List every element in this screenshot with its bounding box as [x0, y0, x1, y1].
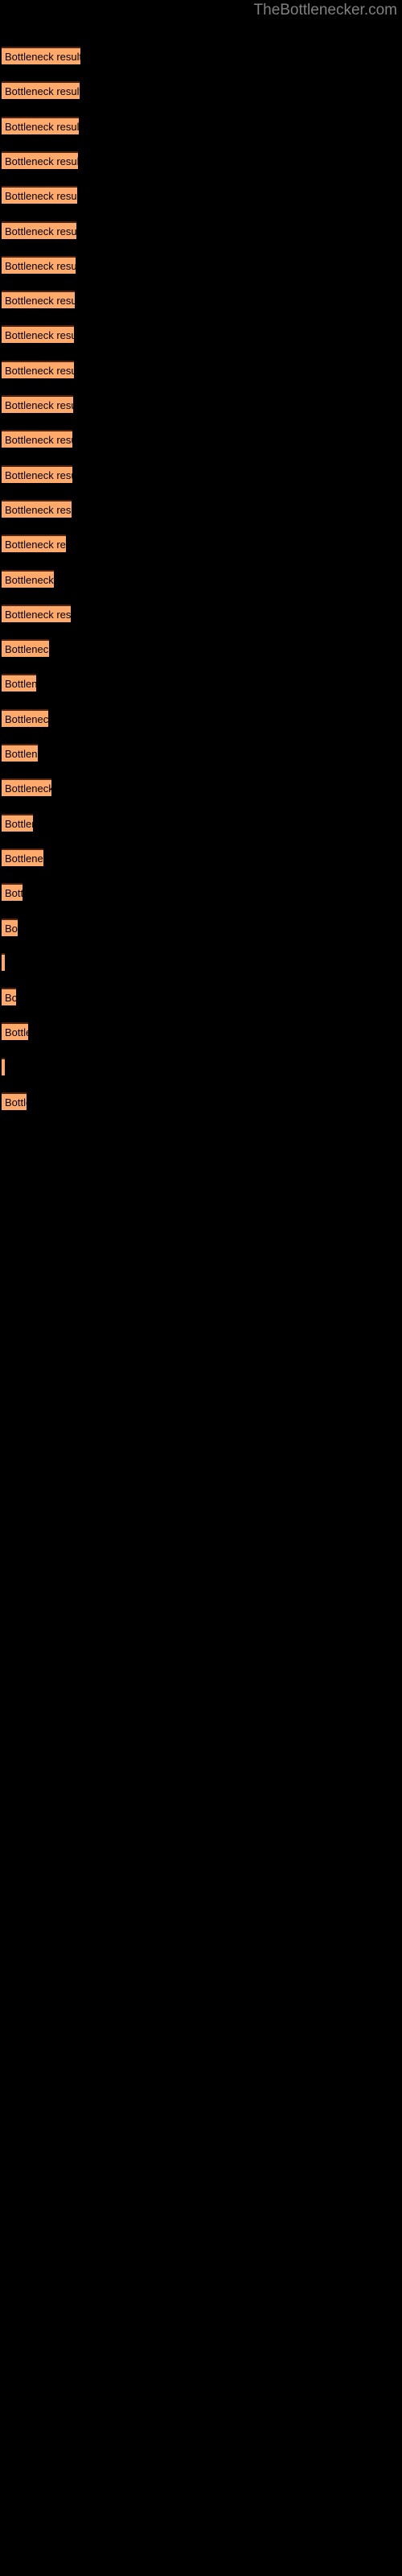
bar-1[interactable]: Bottleneck result [2, 47, 80, 64]
bar-label: Bottleneck result [5, 992, 16, 1005]
bar-label: Bottleneck result [5, 469, 72, 481]
bar-10[interactable]: Bottleneck result [2, 360, 74, 378]
bar-row: Bottleneck result [2, 81, 80, 100]
bar-18[interactable]: Bottleneck result [2, 639, 49, 658]
bar-label: Bottleneck result [5, 190, 77, 203]
bar-row: Bottleneck result [2, 151, 78, 169]
bar-5[interactable]: Bottleneck result [2, 186, 77, 204]
bar-row: Bottleneck result [2, 116, 79, 134]
bottleneck-bar-chart: Bottleneck result Bottleneck result Bottle… [0, 0, 402, 2576]
bar-24[interactable]: Bottleneck result [2, 848, 43, 866]
page-root: TheBottlenecker.com Bottleneck result Bot… [0, 0, 402, 2576]
bar-row: Bottleneck result [2, 604, 71, 622]
bar-27[interactable]: Bottleneck result [2, 952, 5, 971]
bar-9[interactable]: Bottleneck result [2, 325, 74, 344]
bar-row: Bottleneck result [2, 430, 72, 448]
bar-label: Bottleneck result [5, 573, 54, 586]
bar-6[interactable]: Bottleneck result [2, 221, 76, 239]
bar-row: Bottleneck result [2, 813, 33, 832]
bar-label: Bottleneck result [5, 922, 18, 935]
bar-20[interactable]: Bottleneck result [2, 708, 48, 727]
bar-label: Bottleneck result [5, 817, 33, 830]
bar-row: Bottleneck result [2, 464, 72, 483]
bar-row: Bottleneck result [2, 325, 74, 344]
bar-label: Bottleneck result [5, 329, 74, 342]
bar-4[interactable]: Bottleneck result [2, 151, 78, 169]
bar-row: Bottleneck result [2, 918, 18, 936]
bar-label: Bottleneck result [5, 434, 72, 447]
bar-row: Bottleneck result [2, 569, 54, 588]
bar-row: Bottleneck result [2, 848, 43, 866]
bar-21[interactable]: Bottleneck result [2, 744, 38, 762]
bar-row: Bottleneck result [2, 952, 5, 971]
bar-label: Bottleneck result [5, 887, 23, 900]
bar-11[interactable]: Bottleneck result [2, 395, 73, 413]
bar-row: Bottleneck result [2, 708, 48, 727]
bar-row: Bottleneck result [2, 360, 74, 378]
bar-row: Bottleneck result [2, 1057, 5, 1075]
bar-row: Bottleneck result [2, 291, 75, 309]
bar-26[interactable]: Bottleneck result [2, 918, 18, 936]
bar-label: Bottleneck result [5, 678, 36, 691]
bar-row: Bottleneck result [2, 883, 23, 902]
bar-row: Bottleneck result [2, 186, 77, 204]
bar-label: Bottleneck result [5, 155, 78, 167]
bar-row: Bottleneck result [2, 639, 49, 658]
bar-28[interactable]: Bottleneck result [2, 988, 16, 1006]
bar-row: Bottleneck result [2, 778, 51, 797]
bar-row: Bottleneck result [2, 988, 16, 1006]
bar-label: Bottleneck result [5, 782, 51, 795]
bar-row: Bottleneck result [2, 674, 36, 692]
bar-label: Bottleneck result [5, 608, 71, 621]
bar-2[interactable]: Bottleneck result [2, 81, 80, 100]
bar-label: Bottleneck result [5, 539, 66, 551]
bar-label: Bottleneck result [5, 712, 48, 725]
bar-label: Bottleneck result [5, 85, 80, 98]
bar-label: Bottleneck result [5, 399, 73, 411]
bar-row: Bottleneck result [2, 535, 66, 553]
bar-label: Bottleneck result [5, 1096, 27, 1108]
bar-23[interactable]: Bottleneck result [2, 813, 33, 832]
bar-label: Bottleneck result [5, 259, 76, 272]
bar-label: Bottleneck result [5, 51, 80, 63]
bar-row: Bottleneck result [2, 395, 73, 413]
bar-16[interactable]: Bottleneck result [2, 569, 54, 588]
bar-15[interactable]: Bottleneck result [2, 535, 66, 553]
bar-25[interactable]: Bottleneck result [2, 883, 23, 902]
bar-row: Bottleneck result [2, 221, 76, 239]
bar-row: Bottleneck result [2, 1092, 27, 1110]
bar-label: Bottleneck result [5, 852, 43, 865]
bar-row: Bottleneck result [2, 744, 38, 762]
bar-17[interactable]: Bottleneck result [2, 604, 71, 622]
bar-row: Bottleneck result [2, 1022, 28, 1041]
bar-row: Bottleneck result [2, 499, 72, 518]
bar-label: Bottleneck result [5, 364, 74, 377]
bar-13[interactable]: Bottleneck result [2, 464, 72, 483]
bar-label: Bottleneck result [5, 295, 75, 308]
bar-label: Bottleneck result [5, 1026, 28, 1039]
bar-row: Bottleneck result [2, 255, 76, 274]
bar-3[interactable]: Bottleneck result [2, 116, 79, 134]
bar-14[interactable]: Bottleneck result [2, 499, 72, 518]
bar-30[interactable]: Bottleneck result [2, 1057, 5, 1075]
bar-31[interactable]: Bottleneck result [2, 1092, 27, 1110]
bar-label: Bottleneck result [5, 748, 38, 760]
bar-row: Bottleneck result [2, 47, 80, 64]
bar-22[interactable]: Bottleneck result [2, 778, 51, 797]
bar-19[interactable]: Bottleneck result [2, 674, 36, 692]
bar-8[interactable]: Bottleneck result [2, 291, 75, 309]
bar-29[interactable]: Bottleneck result [2, 1022, 28, 1041]
bar-label: Bottleneck result [5, 503, 72, 516]
bar-label: Bottleneck result [5, 643, 49, 656]
bar-label: Bottleneck result [5, 225, 76, 237]
bar-label: Bottleneck result [5, 120, 79, 133]
bar-12[interactable]: Bottleneck result [2, 430, 72, 448]
bar-7[interactable]: Bottleneck result [2, 255, 76, 274]
